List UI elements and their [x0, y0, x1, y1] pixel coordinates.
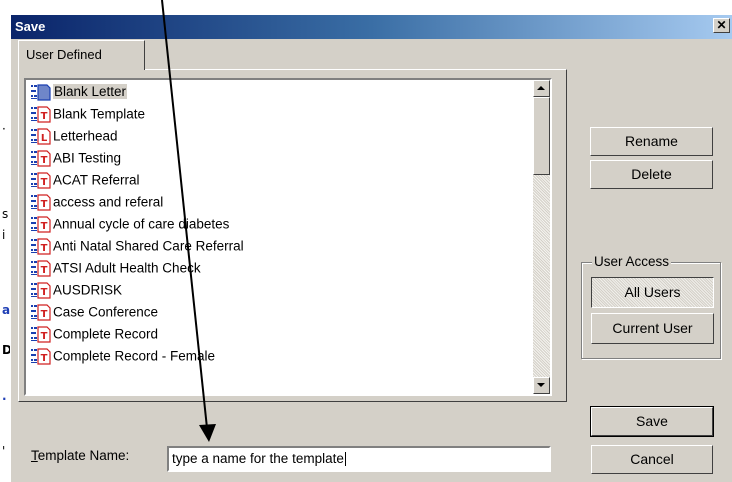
svg-text:T: T: [41, 331, 48, 342]
list-item-label: access and referal: [53, 194, 164, 210]
svg-text:T: T: [41, 353, 48, 364]
letter-doc-icon: [30, 83, 52, 102]
svg-text:L: L: [41, 133, 48, 144]
delete-button[interactable]: Delete: [590, 160, 713, 189]
label-mnemonic: T: [31, 448, 38, 463]
list-item[interactable]: Blank Letter: [30, 81, 128, 103]
list-item-label: Annual cycle of care diabetes: [53, 216, 230, 232]
list-item[interactable]: T ABI Testing: [30, 147, 121, 169]
list-item[interactable]: T Annual cycle of care diabetes: [30, 213, 229, 235]
scroll-up-button[interactable]: [533, 80, 550, 97]
svg-text:T: T: [41, 111, 48, 122]
list-item-label: Letterhead: [53, 128, 118, 144]
all-users-button[interactable]: All Users: [591, 277, 714, 308]
list-item[interactable]: T ACAT Referral: [30, 169, 140, 191]
template-doc-icon: T: [30, 281, 52, 300]
scroll-thumb[interactable]: [533, 97, 550, 175]
save-button[interactable]: Save: [590, 406, 714, 437]
list-item-label: ACAT Referral: [53, 172, 140, 188]
list-item[interactable]: T ATSI Adult Health Check: [30, 257, 201, 279]
user-access-label: User Access: [592, 254, 672, 269]
list-item[interactable]: T Case Conference: [30, 301, 158, 323]
list-item-label: Complete Record - Female: [53, 348, 216, 364]
text-caret: [344, 452, 346, 467]
background-fragment: ·: [2, 392, 7, 406]
arrow-up-icon: [537, 86, 545, 90]
vertical-scrollbar[interactable]: [533, 80, 550, 394]
template-doc-icon: T: [30, 193, 52, 212]
template-doc-icon: T: [30, 259, 52, 278]
arrow-down-icon: [537, 383, 545, 387]
template-list[interactable]: T Complete Record - Female T Complete Recor…: [24, 78, 552, 396]
svg-text:T: T: [41, 221, 48, 232]
template-doc-icon: T: [30, 105, 52, 124]
template-name-value: type a name for the template: [172, 451, 344, 466]
label-rest: emplate Name:: [37, 448, 130, 463]
list-item[interactable]: T Complete Record: [30, 323, 158, 345]
list-item[interactable]: L Letterhead: [30, 125, 118, 147]
svg-text:T: T: [41, 265, 48, 276]
template-doc-icon: T: [30, 215, 52, 234]
list-item-label: ABI Testing: [53, 150, 122, 166]
title-bar[interactable]: Save ✕: [11, 15, 732, 39]
background-fragment: ·: [2, 122, 6, 136]
list-item[interactable]: T Anti Natal Shared Care Referral: [30, 235, 244, 257]
dialog-title: Save: [15, 19, 46, 34]
background-fragment: i: [2, 228, 6, 242]
current-user-button[interactable]: Current User: [591, 313, 714, 344]
tab-user-defined[interactable]: User Defined: [18, 40, 145, 70]
template-name-input[interactable]: type a name for the template: [167, 446, 551, 472]
background-fragment: a: [2, 303, 11, 317]
list-item[interactable]: Taccess and referal: [30, 191, 163, 213]
list-item-label: Complete Record: [53, 326, 159, 342]
svg-text:T: T: [41, 243, 48, 254]
svg-text:T: T: [41, 287, 48, 298]
scroll-down-button[interactable]: [533, 377, 550, 394]
svg-text:T: T: [41, 177, 48, 188]
list-item[interactable]: T AUSDRISK: [30, 279, 122, 301]
svg-text:T: T: [41, 309, 48, 320]
list-item-label: AUSDRISK: [53, 282, 123, 298]
template-name-label: Template Name:: [31, 448, 129, 463]
svg-text:T: T: [41, 155, 48, 166]
template-doc-icon: T: [30, 171, 52, 190]
list-item-label: Anti Natal Shared Care Referral: [53, 238, 244, 254]
rename-button[interactable]: Rename: [590, 127, 713, 156]
background-fragment: ': [2, 444, 6, 458]
cancel-button[interactable]: Cancel: [591, 445, 713, 474]
template-doc-icon: T: [30, 149, 52, 168]
list-item-label: Blank Letter: [53, 84, 128, 100]
template-doc-icon: T: [30, 237, 52, 256]
template-doc-icon: T: [30, 325, 52, 344]
template-doc-icon: T: [30, 303, 52, 322]
close-button[interactable]: ✕: [713, 18, 730, 33]
list-item-label: Blank Template: [53, 106, 146, 122]
tab-label: User Defined: [26, 47, 102, 62]
svg-text:T: T: [41, 199, 48, 210]
close-icon: ✕: [716, 18, 727, 32]
background-fragment: s: [2, 207, 9, 221]
letterhead-doc-icon: L: [30, 127, 52, 146]
list-item[interactable]: T Complete Record - Female: [30, 345, 215, 367]
list-item-label: Case Conference: [53, 304, 159, 320]
list-item[interactable]: T Blank Template: [30, 103, 145, 125]
list-item-label: ATSI Adult Health Check: [53, 260, 201, 276]
template-doc-icon: T: [30, 347, 52, 366]
